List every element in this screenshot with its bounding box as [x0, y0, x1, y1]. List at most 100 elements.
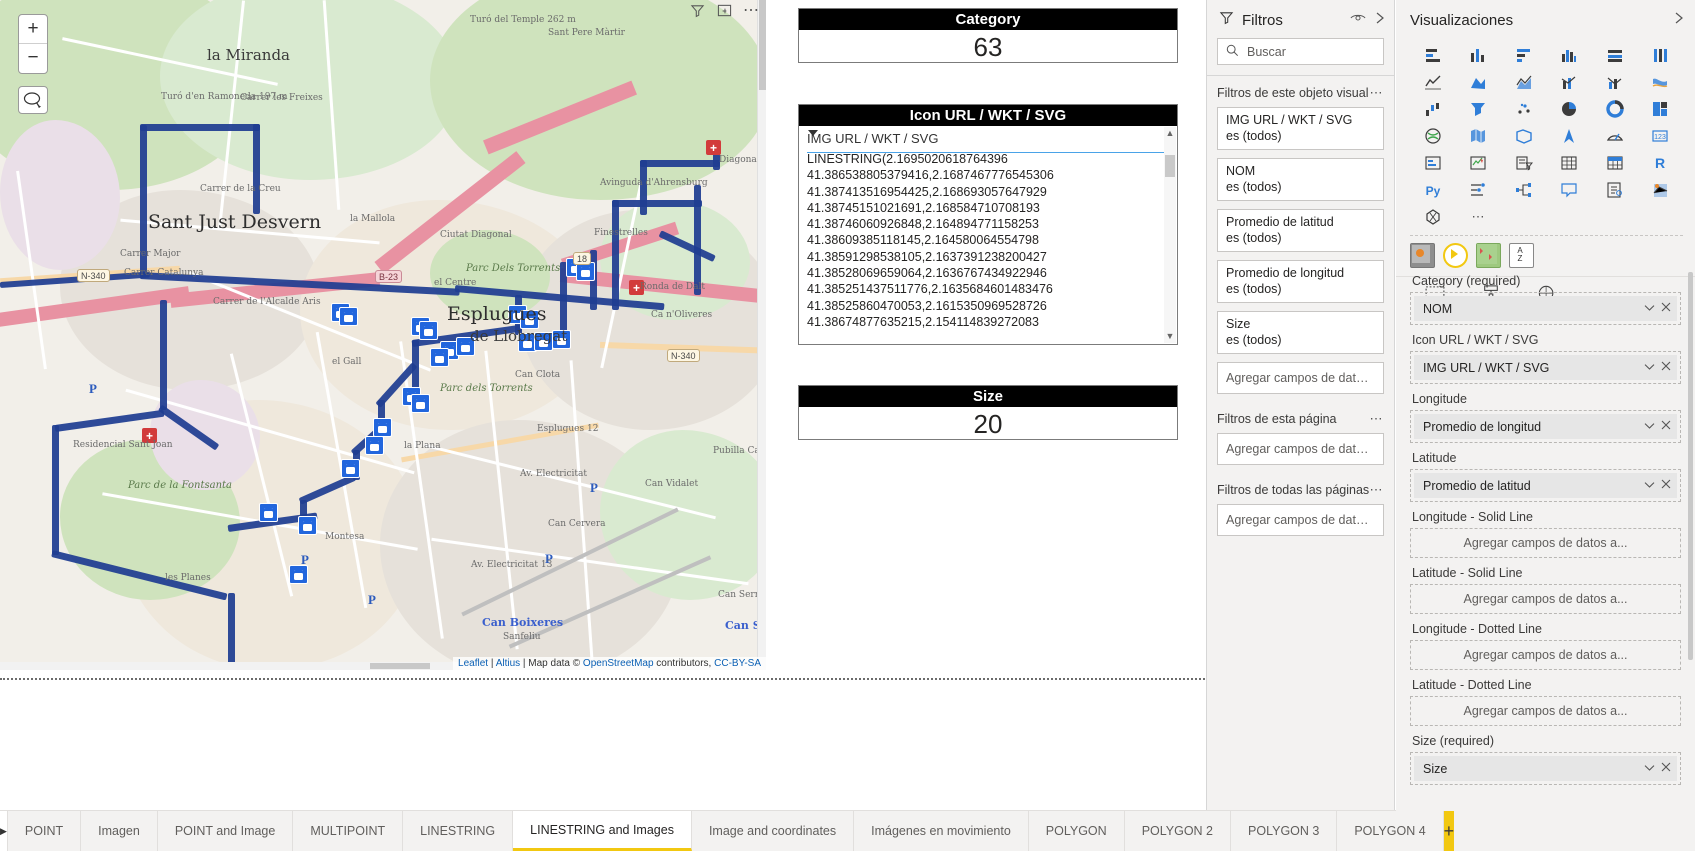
arcgis-maps-icon[interactable] — [1638, 177, 1684, 202]
altius-link[interactable]: Altius — [496, 658, 520, 669]
page-tab-bar[interactable]: ▶ POINTImagenPOINT and ImageMULTIPOINTLI… — [0, 810, 1396, 851]
page-tab[interactable]: LINESTRING — [403, 811, 513, 851]
more-options-icon[interactable]: ⋯ — [1370, 411, 1385, 427]
bus-stop-icon[interactable] — [339, 307, 358, 326]
field-chip[interactable]: NOM — [1414, 296, 1677, 321]
page-tab[interactable]: POLYGON 3 — [1231, 811, 1337, 851]
add-data-fields-dropzone[interactable]: Agregar campos de datos ... — [1217, 504, 1384, 536]
lasso-select-button[interactable] — [18, 86, 48, 114]
clustered-bar-chart-icon[interactable] — [1501, 42, 1547, 67]
map-visual-header[interactable]: ⋯ — [689, 2, 760, 19]
page-tab[interactable]: Image and coordinates — [692, 811, 854, 851]
clustered-column-chart-icon[interactable] — [1547, 42, 1593, 67]
map-icon[interactable] — [1410, 123, 1456, 148]
zoom-out-button[interactable]: − — [19, 44, 47, 73]
more-options-icon[interactable]: ⋯ — [1370, 482, 1385, 498]
add-data-fields-dropzone[interactable]: Agregar campos de datos ... — [1217, 433, 1384, 465]
azure-map-icon[interactable] — [1547, 123, 1593, 148]
bus-stop-icon[interactable] — [411, 394, 430, 413]
slicer-list-item[interactable]: 41.38528069659064,2.1636767434922946 — [807, 265, 1163, 281]
line-stacked-column-chart-icon[interactable] — [1547, 69, 1593, 94]
slicer-list-item[interactable]: 41.38525860470053,2.1615350969528726 — [807, 298, 1163, 314]
slicer-field-header[interactable]: IMG URL / WKT / SVG — [799, 126, 1177, 146]
page-tab[interactable]: MULTIPOINT — [293, 811, 403, 851]
waterfall-chart-icon[interactable] — [1410, 96, 1456, 121]
remove-field-icon[interactable] — [1661, 479, 1671, 492]
hospital-poi-icon[interactable]: + — [629, 280, 644, 295]
field-chip[interactable]: Promedio de latitud — [1414, 473, 1677, 498]
visual-type-gallery[interactable]: 123R Py⋯ — [1396, 38, 1695, 231]
parking-poi-icon[interactable]: P — [89, 381, 97, 397]
map-zoom-controls[interactable]: + − — [18, 14, 48, 74]
bus-stop-icon[interactable] — [552, 330, 571, 349]
field-well-empty[interactable]: Agregar campos de datos a... — [1410, 528, 1681, 558]
r-script-visual-icon[interactable]: R — [1638, 150, 1684, 175]
zoom-in-button[interactable]: + — [19, 15, 47, 44]
paginated-report-icon[interactable] — [1592, 177, 1638, 202]
slicer-list-item[interactable]: 41.38591298538105,2.1637391238200427 — [807, 249, 1163, 265]
python-visual-icon[interactable]: Py — [1410, 177, 1456, 202]
100-stacked-column-chart-icon[interactable] — [1638, 42, 1684, 67]
page-tab[interactable]: POINT and Image — [158, 811, 294, 851]
map-vertical-scrollbar[interactable] — [757, 0, 766, 670]
field-chip[interactable]: Promedio de longitud — [1414, 414, 1677, 439]
page-tabs[interactable]: POINTImagenPOINT and ImageMULTIPOINTLINE… — [8, 811, 1444, 851]
field-well[interactable]: Promedio de latitud — [1410, 469, 1681, 502]
scrollbar-thumb[interactable] — [1165, 155, 1175, 177]
page-tab[interactable]: POINT — [8, 811, 81, 851]
card-icon[interactable]: 123 — [1638, 123, 1684, 148]
bus-stop-icon[interactable] — [259, 503, 278, 522]
scroll-down-arrow-icon[interactable]: ▼ — [1164, 330, 1176, 343]
donut-chart-icon[interactable] — [1592, 96, 1638, 121]
line-chart-icon[interactable] — [1410, 69, 1456, 94]
page-tab[interactable]: Imagen — [81, 811, 158, 851]
map-visual[interactable]: + + + P P P P P Sant Just DesvernEsplugu… — [0, 0, 766, 670]
bus-stop-icon[interactable] — [341, 459, 360, 478]
more-visuals-icon[interactable]: ⋯ — [1456, 204, 1502, 229]
leaflet-link[interactable]: Leaflet — [458, 658, 488, 669]
ribbon-chart-icon[interactable] — [1638, 69, 1684, 94]
slicer-list-item[interactable]: 41.38674877635215,2.154114839272083 — [807, 314, 1163, 330]
slicer-list-item[interactable]: 41.38745151021691,2.168584710708193 — [807, 200, 1163, 216]
filter-card[interactable]: IMG URL / WKT / SVGes (todos) — [1217, 107, 1384, 150]
stacked-area-chart-icon[interactable] — [1501, 69, 1547, 94]
map-tiles[interactable]: + + + P P P P P — [0, 0, 766, 670]
kpi-icon[interactable] — [1456, 150, 1502, 175]
page-tab[interactable]: POLYGON — [1029, 811, 1125, 851]
slicer-list-item[interactable]: 41.38609385118145,2.164580064554798 — [807, 232, 1163, 248]
filter-card[interactable]: Sizees (todos) — [1217, 311, 1384, 354]
scroll-up-arrow-icon[interactable]: ▲ — [1164, 127, 1176, 140]
page-tab-active[interactable]: LINESTRING and Images — [513, 811, 692, 851]
openstreetmap-link[interactable]: OpenStreetMap — [583, 658, 654, 669]
scatter-chart-icon[interactable] — [1501, 96, 1547, 121]
slicer-list-item[interactable]: LINESTRING(2.1695020618764396 — [807, 151, 1163, 167]
stacked-bar-chart-icon[interactable] — [1410, 42, 1456, 67]
hospital-poi-icon[interactable]: + — [142, 428, 157, 443]
category-card-visual[interactable]: Category 63 — [798, 8, 1178, 63]
icon-map-icon[interactable] — [1476, 243, 1501, 268]
chevron-right-icon[interactable] — [1673, 11, 1685, 30]
remove-field-icon[interactable] — [1661, 762, 1671, 775]
bus-stop-icon[interactable] — [365, 436, 384, 455]
slicer-item-list[interactable]: LINESTRING(2.169502061876439641.38653880… — [807, 151, 1163, 341]
filters-search-input[interactable]: Buscar — [1217, 38, 1384, 65]
chevron-down-icon[interactable] — [1644, 362, 1655, 374]
add-page-button[interactable]: + — [1444, 811, 1455, 851]
page-tab[interactable]: Imágenes en movimiento — [854, 811, 1029, 851]
bus-stop-icon[interactable] — [520, 310, 539, 329]
license-link[interactable]: CC-BY-SA — [714, 658, 761, 669]
chevron-down-icon[interactable] — [1644, 480, 1655, 492]
qa-visual-icon[interactable] — [1547, 177, 1593, 202]
play-axis-icon[interactable] — [1443, 243, 1468, 268]
100-stacked-bar-chart-icon[interactable] — [1592, 42, 1638, 67]
scrollbar-thumb[interactable] — [759, 0, 766, 90]
table-icon[interactable] — [1547, 150, 1593, 175]
previous-page-button[interactable]: ▶ — [0, 811, 8, 851]
field-well-empty[interactable]: Agregar campos de datos a... — [1410, 640, 1681, 670]
filter-icon[interactable] — [689, 2, 706, 19]
filter-card[interactable]: Promedio de latitudes (todos) — [1217, 209, 1384, 252]
sort-az-icon[interactable]: AZ — [1509, 243, 1534, 268]
chevron-down-icon[interactable] — [808, 130, 818, 136]
treemap-icon[interactable] — [1638, 96, 1684, 121]
power-apps-icon[interactable] — [1410, 204, 1456, 229]
